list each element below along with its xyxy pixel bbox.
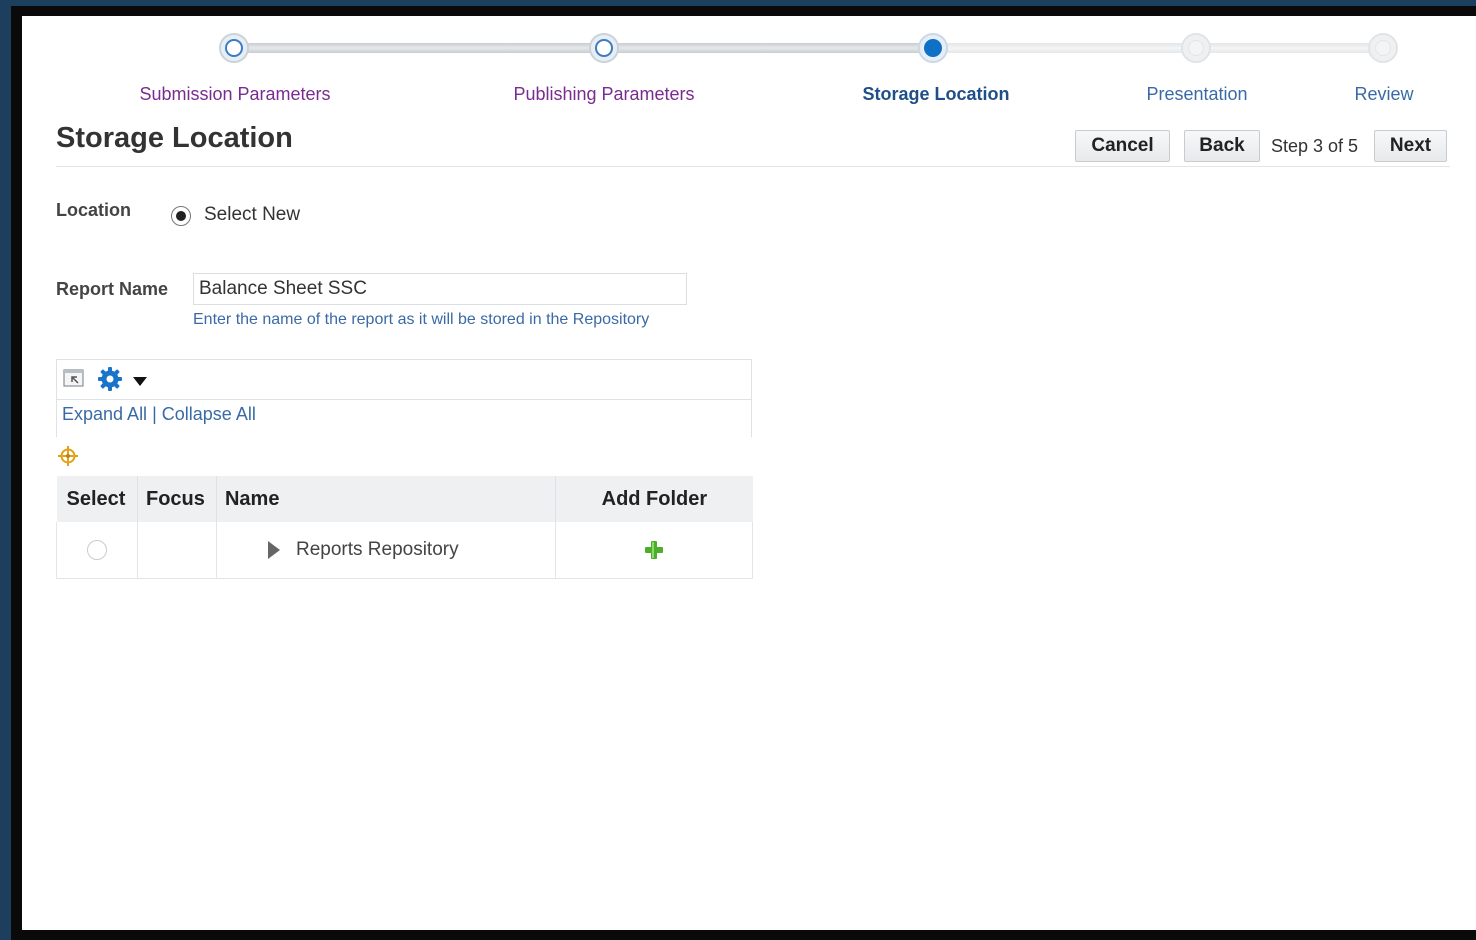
title-divider — [56, 166, 1450, 167]
train-label-publishing-parameters[interactable]: Publishing Parameters — [513, 84, 694, 105]
train-label-presentation: Presentation — [1146, 84, 1248, 104]
focus-cell — [136, 522, 217, 579]
report-name-label: Report Name — [56, 279, 169, 299]
step-indicator: Step 3 of 5 — [1271, 136, 1359, 156]
train-label-submission-parameters[interactable]: Submission Parameters — [139, 84, 330, 105]
train-stop-publishing-parameters[interactable] — [589, 33, 619, 63]
train-stop-submission-parameters[interactable] — [219, 33, 249, 63]
expand-triangle-icon[interactable] — [267, 540, 280, 559]
expand-all-link[interactable]: Expand All — [62, 404, 147, 424]
select-cell — [56, 522, 138, 579]
repository-tree-table: Select Focus Name Add Folder Reports Rep… — [56, 476, 753, 579]
location-label: Location — [56, 200, 131, 220]
cancel-button[interactable]: Cancel — [1075, 130, 1170, 162]
next-button[interactable]: Next — [1374, 130, 1447, 162]
collapse-all-link[interactable]: Collapse All — [162, 404, 256, 424]
train-track-remaining — [934, 43, 1384, 53]
table-header-row: Select Focus Name Add Folder — [56, 476, 753, 522]
train-stop-review — [1368, 33, 1398, 63]
train-label-storage-location: Storage Location — [862, 84, 1010, 104]
column-header-focus: Focus — [137, 476, 217, 522]
gear-icon[interactable] — [97, 366, 123, 392]
select-new-radio[interactable] — [171, 206, 191, 226]
table-row: Reports Repository — [56, 522, 753, 579]
report-name-hint: Enter the name of the report as it will … — [193, 311, 650, 328]
tree-toolbar: Expand All | Collapse All — [56, 359, 752, 437]
train-track-completed — [234, 43, 934, 53]
train-stop-presentation — [1181, 33, 1211, 63]
detach-icon[interactable] — [63, 368, 85, 388]
report-name-input[interactable] — [193, 273, 687, 305]
train-label-review: Review — [1354, 84, 1414, 104]
train-stop-storage-location — [918, 33, 948, 63]
name-cell: Reports Repository — [215, 522, 557, 579]
column-header-add-folder: Add Folder — [555, 476, 753, 522]
column-header-select: Select — [56, 476, 138, 522]
column-header-name: Name — [216, 476, 557, 522]
row-select-radio[interactable] — [86, 539, 107, 560]
tree-node-name[interactable]: Reports Repository — [296, 539, 459, 560]
toolbar-divider — [57, 399, 751, 400]
chevron-down-icon[interactable] — [133, 377, 147, 386]
crosshair-target-icon[interactable] — [57, 445, 79, 467]
select-new-label[interactable]: Select New — [204, 204, 300, 226]
add-folder-icon[interactable] — [643, 539, 665, 561]
add-folder-cell — [555, 522, 753, 579]
expand-collapse-links: Expand All | Collapse All — [62, 404, 256, 425]
back-button[interactable]: Back — [1184, 130, 1260, 162]
page-title: Storage Location — [56, 122, 293, 154]
link-separator: | — [152, 404, 157, 424]
